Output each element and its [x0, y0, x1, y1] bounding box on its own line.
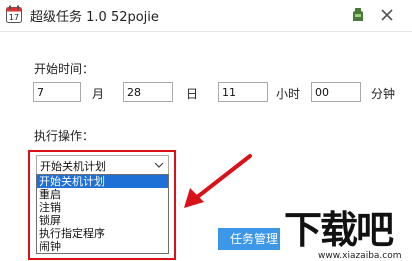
action-select-value: 开始关机计划 [40, 160, 106, 173]
close-icon[interactable] [379, 7, 395, 23]
day-unit-label: 日 [186, 87, 199, 101]
chevron-down-icon [154, 162, 164, 168]
start-time-label: 开始时间： [34, 62, 95, 76]
dropdown-option[interactable]: 注销 [37, 201, 168, 214]
title-divider [0, 31, 412, 32]
red-arrow [184, 154, 252, 208]
month-unit-label: 月 [92, 87, 105, 101]
dropdown-option[interactable]: 重启 [37, 188, 168, 201]
skin-icon[interactable] [350, 7, 366, 23]
minute-input[interactable] [311, 82, 361, 102]
action-label: 执行操作： [34, 129, 95, 143]
hour-unit-label: 小时 [276, 87, 301, 101]
dropdown-option[interactable]: 开始关机计划 [37, 175, 168, 188]
dropdown-option[interactable]: 闹钟 [37, 240, 168, 253]
window-title: 超级任务 1.0 52pojie [30, 10, 159, 25]
action-select[interactable]: 开始关机计划 [36, 155, 169, 175]
watermark-brand: 下载吧 [284, 208, 394, 252]
action-dropdown-list: 开始关机计划 重启 注销 锁屏 执行指定程序 闹钟 [36, 174, 169, 254]
watermark-logo: 下载吧 www.xiazaiba.com [280, 208, 412, 261]
title-bar: 17 超级任务 1.0 52pojie [0, 0, 412, 30]
day-input[interactable] [123, 82, 173, 102]
dropdown-option[interactable]: 锁屏 [37, 214, 168, 227]
minute-unit-label: 分钟 [371, 87, 396, 101]
svg-text:17: 17 [9, 13, 19, 22]
hour-input[interactable] [218, 82, 268, 102]
task-manage-button[interactable]: 任务管理 [218, 228, 280, 250]
dropdown-option[interactable]: 执行指定程序 [37, 227, 168, 240]
calendar-icon: 17 [6, 5, 22, 23]
month-input[interactable] [33, 82, 81, 102]
